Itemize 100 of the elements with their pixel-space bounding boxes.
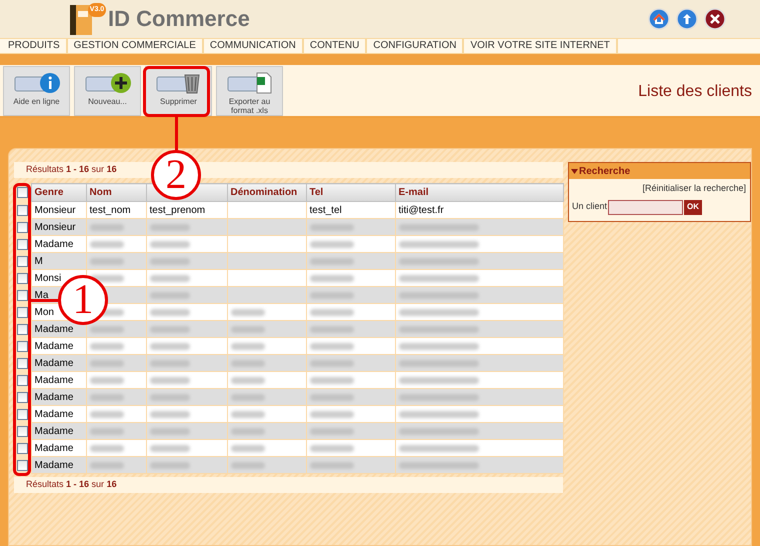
redacted-text (150, 308, 190, 316)
redacted-text (90, 258, 124, 264)
redacted-text (150, 274, 190, 282)
redacted-text (230, 376, 264, 384)
redacted-text (90, 376, 124, 384)
redacted-text (310, 258, 354, 264)
table-cell: Madame (31, 456, 86, 474)
redacted-text (310, 224, 354, 230)
redacted-text (150, 292, 190, 298)
redacted-text (150, 462, 190, 468)
checkbox[interactable] (16, 204, 28, 216)
checkbox[interactable] (16, 324, 28, 334)
ok-button[interactable]: OK (684, 200, 702, 214)
column-header[interactable]: E-mail (395, 184, 563, 202)
checkbox[interactable] (16, 340, 28, 352)
column-header[interactable]: Dénomination (227, 184, 306, 202)
redacted-text (310, 326, 354, 332)
redacted-text (90, 444, 124, 452)
redacted-text (310, 376, 354, 384)
home-icon[interactable] (648, 8, 670, 30)
table-cell: Madame (31, 372, 86, 388)
redacted-text (230, 410, 264, 418)
redacted-text (150, 224, 190, 230)
checkbox[interactable] (16, 408, 28, 420)
checkbox[interactable] (16, 460, 28, 470)
search-field[interactable] (608, 200, 684, 214)
redacted-text (150, 428, 190, 434)
close-icon[interactable] (704, 8, 726, 30)
checkbox[interactable] (16, 187, 28, 198)
highlight-frame (143, 66, 210, 117)
redacted-text (90, 240, 124, 248)
table-cell: Madame (31, 406, 86, 422)
redacted-text (230, 308, 264, 316)
checkbox[interactable] (16, 442, 28, 454)
column-header[interactable]: Tel (306, 184, 395, 202)
checkbox[interactable] (16, 426, 28, 436)
table-cell: Monsieur (31, 218, 86, 236)
leader-line (31, 299, 58, 302)
redacted-text (310, 292, 354, 298)
redacted-text (230, 326, 264, 332)
toolbar-button[interactable]: Nouveau... (74, 66, 141, 116)
table-cell: M (31, 252, 86, 270)
redacted-text (310, 360, 354, 366)
redacted-text (90, 326, 124, 332)
redacted-text (230, 444, 264, 452)
table-cell: test_nom (86, 202, 146, 218)
results-count: Résultats 1 - 16 sur 16 (26, 163, 117, 176)
table-cell: titi@test.fr (395, 202, 563, 218)
panel-title: Recherche (579, 164, 630, 178)
redacted-text (150, 376, 190, 384)
toolbar-button[interactable]: Exporter au format .xls (216, 66, 283, 116)
table-cell: Madame (31, 338, 86, 354)
checkbox[interactable] (16, 392, 28, 402)
redacted-text (150, 240, 190, 248)
toolbar-button[interactable]: Aide en ligne (3, 66, 70, 116)
field-label: Un client (572, 200, 608, 214)
redacted-text (310, 410, 354, 418)
plus-icon (84, 70, 130, 94)
redacted-text (230, 394, 264, 400)
redacted-text (310, 342, 354, 350)
redacted-text (150, 444, 190, 452)
redacted-text (310, 240, 354, 248)
redacted-text (310, 444, 354, 452)
table-cell: test_tel (306, 202, 395, 218)
checkbox[interactable] (16, 272, 28, 284)
table-cell: Madame (31, 388, 86, 406)
reset-link[interactable]: [Réinitialiser la recherche] (642, 182, 746, 196)
caret-icon[interactable] (571, 168, 578, 174)
checkbox[interactable] (16, 238, 28, 250)
checkbox[interactable] (16, 222, 28, 232)
redacted-text (230, 360, 264, 366)
redacted-text (90, 462, 124, 468)
checkbox[interactable] (16, 306, 28, 318)
page-title: Liste des clients (638, 82, 752, 102)
checkbox[interactable] (16, 256, 28, 266)
spreadsheet-icon (226, 70, 272, 94)
table-cell: Madame (31, 422, 86, 440)
redacted-text (310, 274, 354, 282)
table-cell: Monsieur (31, 202, 86, 218)
leader-line (175, 117, 178, 150)
redacted-text (90, 394, 124, 400)
redacted-text (90, 428, 124, 434)
redacted-text (310, 428, 354, 434)
redacted-text (150, 360, 190, 366)
redacted-text (150, 342, 190, 350)
table-cell: Madame (31, 354, 86, 372)
checkbox[interactable] (16, 290, 28, 300)
redacted-text (90, 360, 124, 366)
redacted-text (230, 342, 264, 350)
checkbox[interactable] (16, 374, 28, 386)
redacted-text (90, 410, 124, 418)
checkbox[interactable] (16, 358, 28, 368)
table-cell: test_prenom (146, 202, 227, 218)
redacted-text (150, 410, 190, 418)
redacted-text (310, 394, 354, 400)
column-header[interactable]: Nom (86, 184, 146, 202)
redacted-text (90, 224, 124, 230)
table-cell: Madame (31, 320, 86, 338)
info-icon (14, 70, 60, 94)
column-header[interactable]: Genre (31, 184, 86, 202)
